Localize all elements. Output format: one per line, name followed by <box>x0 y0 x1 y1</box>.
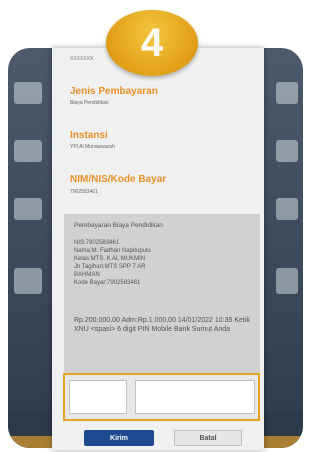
detail-footer: Rp.200.000,00 Adm:Rp.1.000,00 14/01/2022… <box>74 317 250 333</box>
detail-line: Kode Bayar:7902583461 <box>74 280 141 286</box>
background-field <box>14 140 42 162</box>
background-field <box>276 82 298 104</box>
student-id-value: 7902583461 <box>70 189 98 195</box>
pin-input[interactable] <box>135 380 255 414</box>
payment-type-value: Biaya Pendidikan <box>70 100 109 106</box>
student-id-label: NIM/NIS/Kode Bayar <box>70 174 167 185</box>
detail-line: NIS:7902583461 <box>74 240 120 246</box>
institution-value: YPI Al Munawwarah <box>70 144 115 150</box>
step-number-badge: 4 <box>106 10 198 76</box>
background-field <box>276 140 298 162</box>
background-field <box>276 268 298 294</box>
cancel-button[interactable]: Batal <box>174 430 242 446</box>
detail-line: BAHMAN <box>74 272 100 278</box>
detail-line: Kelas:MTS. K AL MUKMIN <box>74 256 146 262</box>
detail-line: Nama:M. Fadhan Napitupulu <box>74 248 151 254</box>
pin-input-panel <box>63 373 260 421</box>
dialog-top-text: XXXXXXX <box>70 56 94 62</box>
send-button[interactable]: Kirim <box>84 430 154 446</box>
payment-type-label: Jenis Pembayaran <box>70 86 158 97</box>
background-field <box>14 198 42 220</box>
detail-line: Jn Tagihan:MTS SPP 7 AR <box>74 264 146 270</box>
step-number: 4 <box>140 20 164 65</box>
pin-prefix-input[interactable] <box>69 380 127 414</box>
background-field <box>14 268 42 294</box>
detail-heading: Pembayaran Biaya Pendidikan <box>74 222 163 229</box>
institution-label: Instansi <box>70 130 108 141</box>
background-field <box>276 198 298 220</box>
background-field <box>14 82 42 104</box>
